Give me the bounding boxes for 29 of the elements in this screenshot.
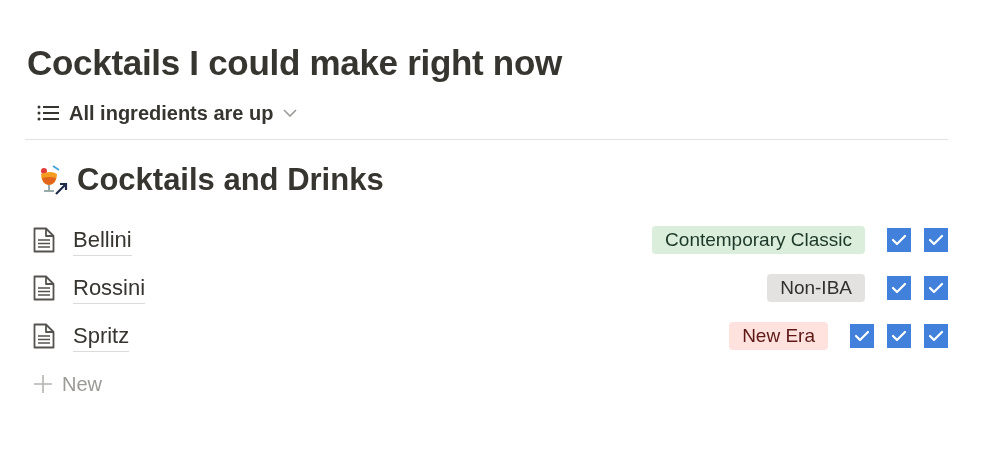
checkbox[interactable] [924,276,948,300]
checkbox[interactable] [887,324,911,348]
row-title[interactable]: Rossini [73,272,146,304]
checkmark-icon [891,330,907,342]
tag: Contemporary Classic [652,226,865,254]
section-title: Cocktails and Drinks [77,161,384,199]
checkbox[interactable] [924,324,948,348]
plus-icon [34,375,52,393]
document-icon [33,227,55,253]
row-title[interactable]: Spritz [73,320,130,352]
view-tab[interactable]: All ingredients are up [37,99,298,127]
document-icon [33,275,55,301]
list-icon [37,105,59,121]
row-title[interactable]: Bellini [73,224,132,256]
checkbox[interactable] [887,276,911,300]
chevron-down-icon [283,109,298,117]
checkmark-icon [928,234,944,246]
checkmark-icon [891,282,907,294]
checkbox[interactable] [887,228,911,252]
checkmark-icon [928,282,944,294]
page-title: Cocktails I could make right now [27,42,564,84]
checkmark-icon [891,234,907,246]
tag: New Era [729,322,828,350]
document-icon [33,323,55,349]
checkmark-icon [854,330,870,342]
checkmark-icon [928,330,944,342]
tag: Non-IBA [767,274,865,302]
checkbox[interactable] [850,324,874,348]
checkbox[interactable] [924,228,948,252]
